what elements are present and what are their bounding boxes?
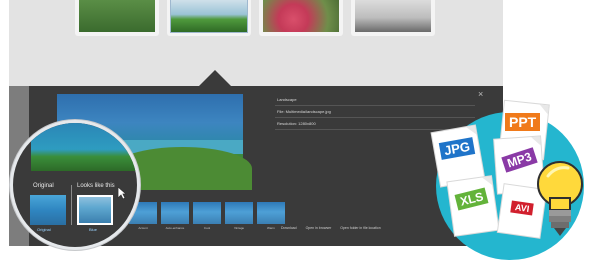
open-browser-link[interactable]: Open in browser [306,226,332,230]
zoomed-photo [31,123,137,171]
divider [71,185,72,225]
thumbnail-strip [9,0,503,86]
looks-like-label: Looks like this [77,183,115,189]
thumbnail-1[interactable] [75,0,159,36]
details-panel: Landscape File: Multimedia/landscape.jpg… [275,94,475,130]
download-link[interactable]: Download [281,226,297,230]
cursor-icon [117,186,127,200]
thumbnail-2[interactable] [167,0,251,36]
panel-title: Landscape [275,94,475,106]
ppt-tag: PPT [505,113,541,131]
filter-label: Accent [138,226,148,230]
thumbnail-4[interactable] [351,0,435,36]
resolution: Resolution: 1280x800 [275,118,475,130]
lightbulb-icon [537,161,583,236]
thumbnail-3[interactable] [259,0,343,36]
filter-label: Cool [203,226,211,230]
original-tile[interactable] [30,195,66,225]
selected-caption: Blue [89,227,98,232]
filter-label: Auto-enhance [165,226,185,230]
open-folder-link[interactable]: Open folder in file location [340,226,380,230]
filter-label: Vintage [233,226,245,230]
selected-filter-tile[interactable] [77,195,113,225]
filter-thumb[interactable] [161,202,189,224]
filter-thumb[interactable] [225,202,253,224]
file-path: File: Multimedia/landscape.jpg [275,106,475,118]
magnifier-zoom: Original Looks like this Original Blue [10,120,140,250]
selection-pointer [199,70,231,86]
filter-thumb[interactable] [193,202,221,224]
close-icon[interactable]: × [478,89,483,99]
original-caption: Original [37,227,51,232]
action-links: Download Open in browser Open folder in … [281,226,389,230]
filter-thumb[interactable] [257,202,285,224]
original-label: Original [33,183,54,189]
